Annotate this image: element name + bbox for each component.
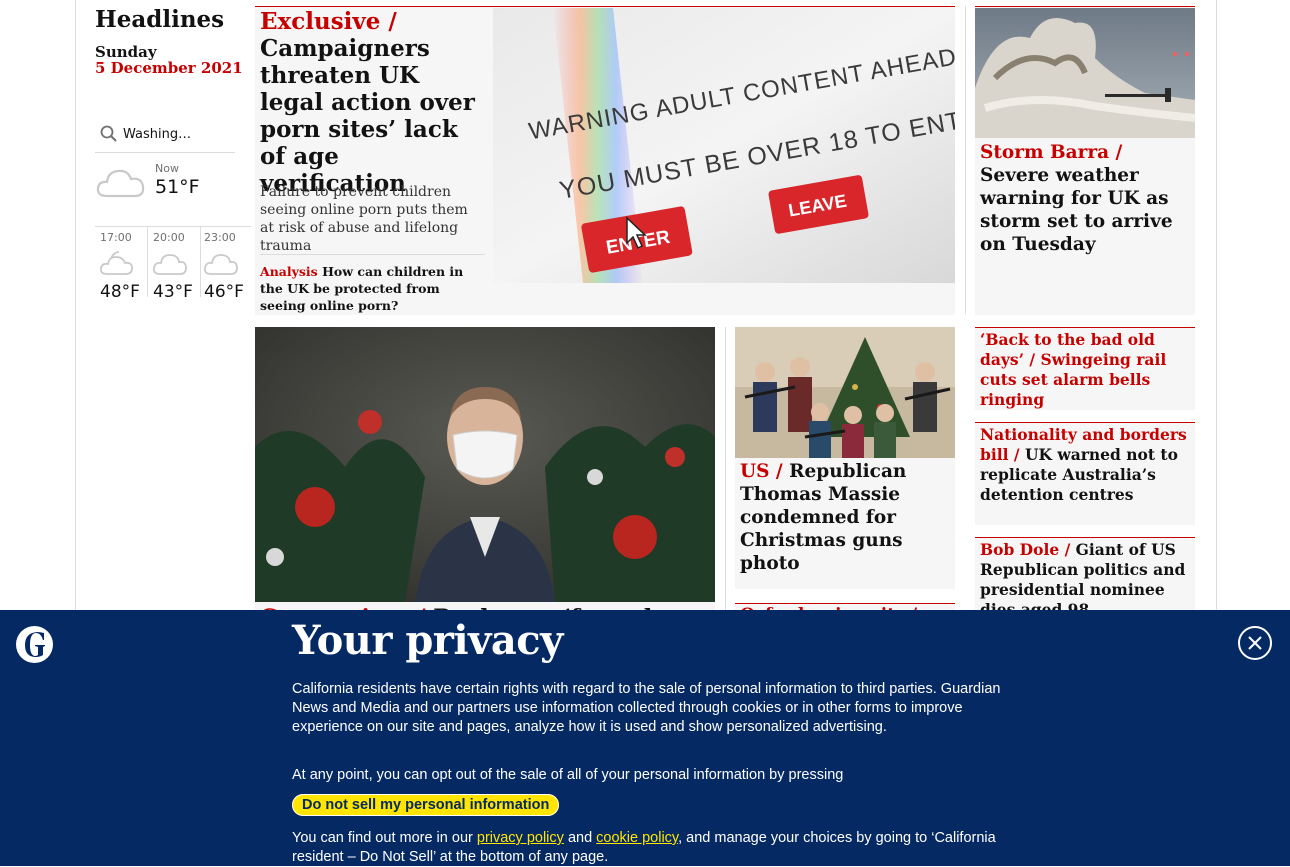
main-story-standfirst: Failure to prevent children seeing onlin… xyxy=(260,184,468,254)
forecast-item: 23:00 46°F xyxy=(199,226,251,302)
warning-screen-image: WARNING ADULT CONTENT AHEAD YOU MUST BE … xyxy=(493,8,955,283)
forecast-temp: 46°F xyxy=(204,282,244,302)
related-link[interactable]: Analysis How can children in the UK be p… xyxy=(260,263,488,314)
storm-story-kicker: Storm Barra / xyxy=(980,142,1123,163)
weather-location: Washing… xyxy=(123,126,192,142)
weather-now-temp: 51°F xyxy=(155,176,200,198)
forecast-time: 20:00 xyxy=(153,231,185,244)
column-divider xyxy=(725,327,726,627)
forecast-temp: 48°F xyxy=(100,282,140,302)
cookie-policy-link[interactable]: cookie policy xyxy=(596,830,678,846)
raab-story-image[interactable] xyxy=(255,327,715,602)
massie-story-image[interactable] xyxy=(735,327,955,458)
storm-story-headline[interactable]: Storm Barra / Severe weather warning for… xyxy=(980,141,1188,256)
story-headline[interactable]: Nationality and borders bill / UK warned… xyxy=(980,425,1188,505)
raab-story-card[interactable]: Coronavirus / Raab says ‘formal quaranti… xyxy=(255,327,715,631)
privacy-paragraph: At any point, you can opt out of the sal… xyxy=(292,767,844,783)
weather-now: Now 51°F xyxy=(95,160,235,224)
storm-story-headline-text: Severe weather warning for UK as storm s… xyxy=(980,165,1173,255)
do-not-sell-button[interactable]: Do not sell my personal information xyxy=(292,794,560,816)
story-card[interactable]: ‘Back to the bad old days’ / Swingeing r… xyxy=(975,327,1195,410)
massie-story-kicker: US / xyxy=(740,461,783,482)
wave-image xyxy=(975,8,1195,138)
headlines-date: 5 December 2021 xyxy=(95,59,243,77)
privacy-text: and xyxy=(567,830,593,846)
privacy-text: You can find out more in our xyxy=(292,830,473,846)
storm-story-card[interactable]: Storm Barra / Severe weather warning for… xyxy=(975,6,1195,315)
divider xyxy=(260,254,485,255)
forecast-time: 17:00 xyxy=(100,231,132,244)
forecast-item: 20:00 43°F xyxy=(148,226,201,302)
privacy-consent-banner: Your privacy California residents have c… xyxy=(0,610,1290,866)
main-story-image[interactable]: WARNING ADULT CONTENT AHEAD YOU MUST BE … xyxy=(493,8,955,283)
privacy-paragraph: You can find out more in our privacy pol… xyxy=(292,829,1002,867)
story-headline[interactable]: ‘Back to the bad old days’ / Swingeing r… xyxy=(980,330,1188,410)
masked-man-image xyxy=(255,327,715,602)
massie-story-headline[interactable]: US / Republican Thomas Massie condemned … xyxy=(740,460,952,575)
forecast-item: 17:00 48°F xyxy=(95,226,148,302)
weather-now-label: Now xyxy=(155,162,179,175)
cloud-icon xyxy=(203,254,238,275)
story-kicker: Bob Dole / xyxy=(980,540,1071,559)
forecast-temp: 43°F xyxy=(153,282,193,302)
massie-story-card[interactable]: US / Republican Thomas Massie condemned … xyxy=(735,327,955,589)
close-button[interactable] xyxy=(1238,626,1272,660)
main-story-headline[interactable]: Exclusive / Campaigners threaten UK lega… xyxy=(260,8,490,197)
main-story-card[interactable]: Exclusive / Campaigners threaten UK lega… xyxy=(255,6,955,315)
story-card[interactable]: Nationality and borders bill / UK warned… xyxy=(975,422,1195,525)
family-photo-image xyxy=(735,327,955,458)
forecast-time: 23:00 xyxy=(204,231,236,244)
main-story-kicker: Exclusive / xyxy=(260,8,397,35)
main-story-headline-text: Campaigners threaten UK legal action ove… xyxy=(260,35,475,197)
story-headline[interactable]: Bob Dole / Giant of US Republican politi… xyxy=(980,540,1188,620)
related-kicker: Analysis xyxy=(260,264,318,279)
cloud-icon xyxy=(96,169,145,198)
close-icon xyxy=(1248,636,1262,650)
privacy-policy-link[interactable]: privacy policy xyxy=(477,830,564,846)
privacy-paragraph: California residents have certain rights… xyxy=(292,681,1001,735)
guardian-logo-icon xyxy=(16,626,53,663)
column-divider xyxy=(965,6,966,314)
weather-location-search[interactable]: Washing… xyxy=(95,116,235,153)
cloud-moon-icon xyxy=(99,251,133,275)
privacy-title: Your privacy xyxy=(292,617,563,664)
headlines-title: Headlines xyxy=(95,6,225,33)
cloud-icon xyxy=(152,254,187,275)
storm-story-image[interactable] xyxy=(975,8,1195,138)
search-icon xyxy=(100,125,117,142)
